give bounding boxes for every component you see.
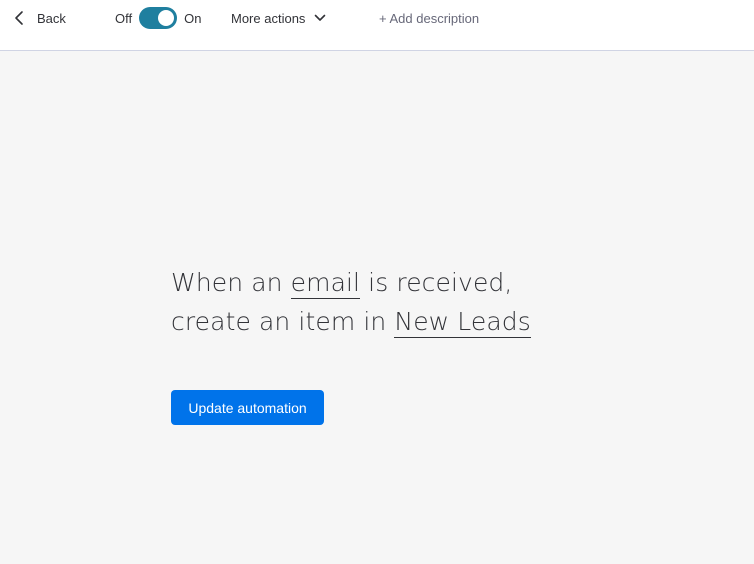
add-description-button[interactable]: + Add description <box>379 8 479 28</box>
toggle-knob <box>158 10 175 26</box>
recipe-line-2: create an item in New Leads <box>171 302 641 341</box>
toggle-off-label: Off <box>115 10 133 26</box>
toggle-on-label: On <box>184 10 202 26</box>
update-automation-button[interactable]: Update automation <box>171 390 324 425</box>
recipe-line-1: When an email is received, <box>171 263 641 302</box>
more-actions-label: More actions <box>231 10 306 26</box>
automation-editor: Back Off On More actions + Add descripti… <box>0 0 754 564</box>
recipe-text: When an <box>171 268 283 297</box>
chevron-left-icon <box>14 10 24 26</box>
recipe-text: create an item in <box>171 307 387 336</box>
on-off-toggle-group: Off On <box>115 6 201 30</box>
more-actions-dropdown[interactable]: More actions <box>231 8 326 28</box>
back-button[interactable]: Back <box>14 8 66 28</box>
top-bar: Back Off On More actions + Add descripti… <box>0 0 754 51</box>
chevron-down-icon <box>305 14 326 22</box>
automation-toggle[interactable] <box>139 7 178 29</box>
trigger-token-email[interactable]: email <box>290 268 361 299</box>
board-token-new-leads[interactable]: New Leads <box>394 307 531 338</box>
back-label: Back <box>37 10 66 26</box>
automation-recipe-sentence: When an email is received, create an ite… <box>171 263 641 341</box>
recipe-text: is received, <box>368 268 513 297</box>
